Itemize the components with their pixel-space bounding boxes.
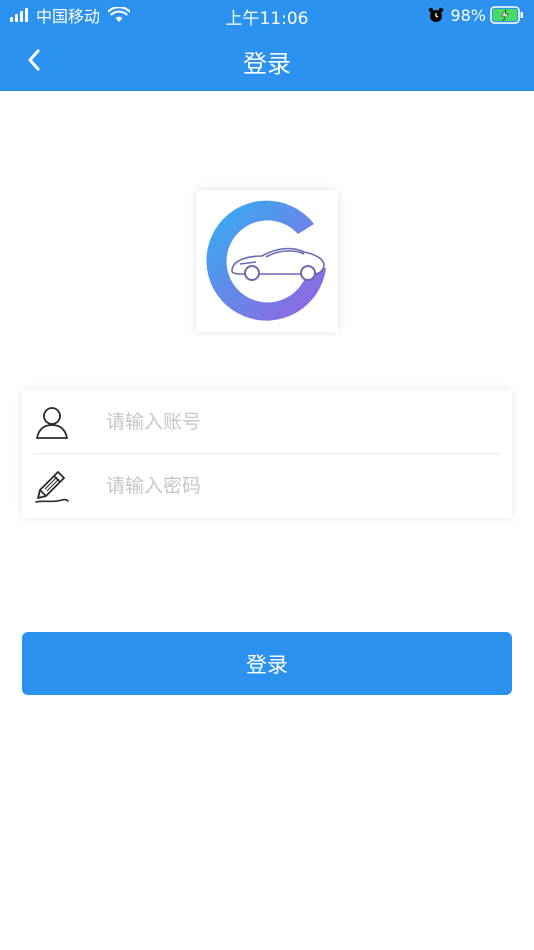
status-bar: 中国移动 上午11:06 98% bbox=[0, 0, 534, 30]
nav-bar: 登录 bbox=[0, 30, 534, 91]
battery-charging-icon bbox=[490, 6, 523, 24]
alarm-icon bbox=[429, 7, 444, 22]
login-button[interactable]: 登录 bbox=[22, 632, 512, 695]
pencil-icon bbox=[35, 471, 69, 503]
password-input[interactable] bbox=[106, 468, 486, 504]
car-logo-icon bbox=[206, 200, 326, 321]
status-right: 98% bbox=[428, 5, 524, 25]
header: 中国移动 上午11:06 98% 登录 bbox=[0, 0, 534, 91]
username-row bbox=[22, 390, 512, 454]
app-logo bbox=[196, 190, 338, 332]
user-icon bbox=[36, 407, 68, 439]
login-form bbox=[22, 390, 512, 518]
page-title: 登录 bbox=[243, 50, 291, 78]
password-row bbox=[22, 454, 512, 517]
username-input[interactable] bbox=[106, 404, 486, 440]
battery-percentage: 98% bbox=[450, 5, 486, 25]
